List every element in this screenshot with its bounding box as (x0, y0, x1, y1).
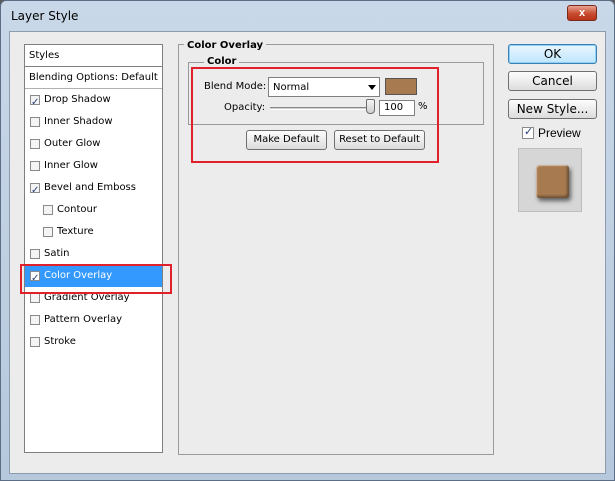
ok-button[interactable]: OK (508, 44, 597, 64)
style-item-label: Drop Shadow (44, 94, 111, 105)
style-item-label: Inner Shadow (44, 116, 113, 127)
style-checkbox[interactable] (30, 161, 40, 171)
dialog-body: Styles Blending Options: Default Drop Sha… (9, 31, 606, 474)
preview-checkbox[interactable] (522, 125, 534, 139)
style-item-inner-shadow[interactable]: Inner Shadow (25, 111, 162, 133)
close-icon: x (578, 7, 586, 19)
style-item-label: Bevel and Emboss (44, 182, 136, 193)
preview-label[interactable]: Preview (538, 126, 581, 140)
style-item-contour[interactable]: Contour (25, 199, 162, 221)
styles-list-header[interactable]: Styles (25, 45, 162, 67)
style-item-label: Outer Glow (44, 138, 101, 149)
preview-thumbnail (536, 165, 569, 198)
style-item-label: Inner Glow (44, 160, 98, 171)
style-checkbox[interactable] (30, 315, 40, 325)
style-item-label: Stroke (44, 336, 76, 347)
style-item-label: Contour (57, 204, 97, 215)
style-item-drop-shadow[interactable]: Drop Shadow (25, 89, 162, 114)
new-style-button[interactable]: New Style... (508, 99, 597, 119)
style-item-label: Texture (57, 226, 94, 237)
style-item-bevel-and-emboss[interactable]: Bevel and Emboss (25, 177, 162, 202)
color-overlay-group-title: Color Overlay (184, 40, 267, 51)
style-checkbox[interactable] (30, 92, 40, 114)
style-item-outer-glow[interactable]: Outer Glow (25, 133, 162, 155)
color-subgroup-title: Color (204, 56, 240, 67)
style-item-label: Satin (44, 248, 70, 259)
cancel-button[interactable]: Cancel (508, 71, 597, 91)
style-checkbox[interactable] (43, 205, 53, 215)
style-checkbox[interactable] (30, 117, 40, 127)
style-checkbox[interactable] (30, 249, 40, 259)
close-button[interactable]: x (567, 5, 597, 21)
dialog-title: Layer Style (11, 9, 79, 23)
style-item-pattern-overlay[interactable]: Pattern Overlay (25, 309, 162, 331)
style-item-inner-glow[interactable]: Inner Glow (25, 155, 162, 177)
style-checkbox[interactable] (30, 293, 40, 303)
style-item-stroke[interactable]: Stroke (25, 331, 162, 353)
style-item-satin[interactable]: Satin (25, 243, 162, 265)
highlight-box-color-overlay-item (20, 264, 172, 294)
style-item-blending-options-default[interactable]: Blending Options: Default (25, 67, 162, 89)
style-item-label: Blending Options: Default (29, 72, 158, 83)
style-checkbox[interactable] (30, 180, 40, 202)
style-preview (518, 148, 582, 212)
styles-list: Styles Blending Options: Default Drop Sha… (24, 44, 163, 453)
layer-style-dialog: Layer Style x Styles Blending Options: D… (0, 0, 615, 481)
title-bar[interactable]: Layer Style x (1, 1, 614, 31)
highlight-box-color-settings (191, 67, 439, 163)
style-item-texture[interactable]: Texture (25, 221, 162, 243)
style-checkbox[interactable] (30, 337, 40, 347)
style-checkbox[interactable] (43, 227, 53, 237)
style-checkbox[interactable] (30, 139, 40, 149)
style-item-label: Pattern Overlay (44, 314, 123, 325)
